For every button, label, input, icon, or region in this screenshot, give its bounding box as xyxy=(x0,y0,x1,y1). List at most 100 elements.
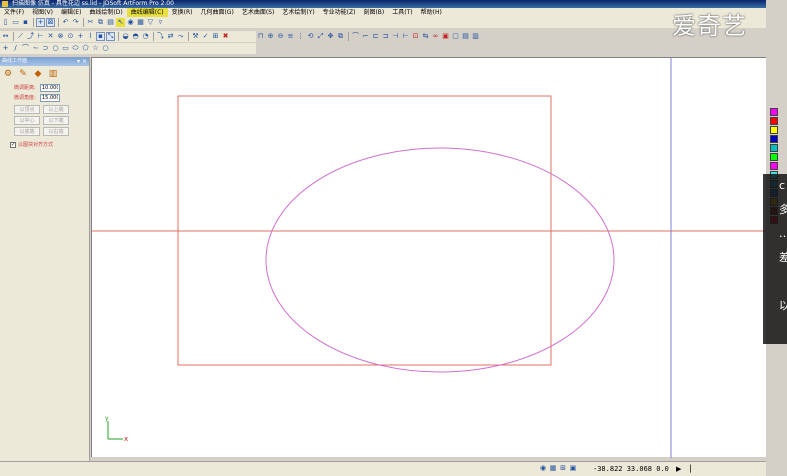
color-swatch[interactable] xyxy=(770,135,778,143)
canvas-svg[interactable]: x y xyxy=(92,58,782,458)
copy-icon[interactable]: ⧉ xyxy=(96,18,105,27)
color-swatch[interactable] xyxy=(770,126,778,134)
menu-item[interactable]: 曲线编辑(C) xyxy=(126,8,168,17)
ortho-icon[interactable]: ⊓ xyxy=(256,32,265,41)
snap-icon[interactable]: ⊠ xyxy=(46,18,55,27)
color-swatch[interactable] xyxy=(770,108,778,116)
filter-icon[interactable]: ▽ xyxy=(146,18,155,27)
fine-distance-input[interactable] xyxy=(40,83,60,92)
connect-icon[interactable]: ⊐ xyxy=(381,32,390,41)
tool-icon[interactable]: ⚒ xyxy=(191,32,200,41)
arrow-icon[interactable]: ⤵ xyxy=(156,32,165,41)
color-swatch[interactable] xyxy=(770,153,778,161)
play-icon[interactable]: ▶ xyxy=(676,464,681,474)
line-icon[interactable]: ⟋ xyxy=(16,32,25,41)
fine-angle-input[interactable] xyxy=(40,93,60,102)
mirror-icon[interactable]: ⇄ xyxy=(166,32,175,41)
tab-edit-icon[interactable]: ✎ xyxy=(17,68,29,80)
curve-icon[interactable]: ⊃ xyxy=(41,44,50,53)
node-icon[interactable]: ▪ xyxy=(96,32,105,41)
ungroup-icon[interactable]: ⊖ xyxy=(276,32,285,41)
trim-icon[interactable]: ⊢ xyxy=(36,32,45,41)
polygon-icon[interactable]: ⬠ xyxy=(81,44,90,53)
menu-item[interactable]: 编辑(E) xyxy=(57,8,85,17)
star-icon[interactable]: ☆ xyxy=(91,44,100,53)
shape3-icon[interactable]: ◔ xyxy=(141,32,150,41)
menu-item[interactable]: 变换(R) xyxy=(168,8,197,17)
drawing-canvas[interactable]: x y xyxy=(91,57,782,458)
color-swatch[interactable] xyxy=(770,117,778,125)
cut-icon[interactable]: ✂ xyxy=(86,18,95,27)
render-icon[interactable]: ◉ xyxy=(126,18,135,27)
smooth-icon[interactable]: ∞ xyxy=(431,32,440,41)
move-icon[interactable]: ✥ xyxy=(326,32,335,41)
ortho-status-icon[interactable]: ⊞ xyxy=(559,464,567,472)
distribute-icon[interactable]: ⋮ xyxy=(296,32,305,41)
plus-icon[interactable]: + xyxy=(76,32,85,41)
menu-item[interactable]: 文件(F) xyxy=(0,8,28,17)
save-icon[interactable]: ▪ xyxy=(21,18,30,27)
align-center-button[interactable]: 以中心 xyxy=(14,116,40,125)
view-icon[interactable]: ▦ xyxy=(136,18,145,27)
target-icon[interactable]: ⊗ xyxy=(56,32,65,41)
break-icon[interactable]: ⊣ xyxy=(391,32,400,41)
circle2-icon[interactable]: ○ xyxy=(101,44,110,53)
join-icon[interactable]: ⊢ xyxy=(401,32,410,41)
box3-icon[interactable]: ▤ xyxy=(461,32,470,41)
grid-icon[interactable]: + xyxy=(36,18,45,27)
point-icon[interactable]: + xyxy=(1,44,10,53)
color-swatch[interactable] xyxy=(770,162,778,170)
ellipse-curve[interactable] xyxy=(265,147,615,373)
menu-item[interactable]: 刻图(B) xyxy=(359,8,388,17)
menu-item[interactable]: 艺术绘制(Y) xyxy=(278,8,318,17)
new-file-icon[interactable]: ▯ xyxy=(1,18,10,27)
shape-icon[interactable]: ◒ xyxy=(121,32,130,41)
rect-icon[interactable]: ▭ xyxy=(61,44,70,53)
tool3-icon[interactable]: ⊞ xyxy=(211,32,220,41)
chamfer-icon[interactable]: ⌐ xyxy=(361,32,370,41)
edit-node-icon[interactable]: ⤡ xyxy=(106,32,115,41)
grid-status-icon[interactable]: ▦ xyxy=(549,464,557,472)
menu-item[interactable]: 专业功能(Z) xyxy=(319,8,360,17)
delete-icon[interactable]: ✖ xyxy=(221,32,230,41)
menu-item[interactable]: 工具(T) xyxy=(388,8,416,17)
polyline-icon[interactable]: ⤴ xyxy=(26,32,35,41)
fillet-icon[interactable]: ⌒ xyxy=(351,32,360,41)
tab-paint-icon[interactable]: ◆ xyxy=(32,68,44,80)
redo-icon[interactable]: ↷ xyxy=(71,18,80,27)
reverse-icon[interactable]: ⇆ xyxy=(421,32,430,41)
shape2-icon[interactable]: ◓ xyxy=(131,32,140,41)
panel-close-icon[interactable]: ▾ × xyxy=(77,57,87,66)
tool2-icon[interactable]: ✓ xyxy=(201,32,210,41)
filter2-icon[interactable]: ▿ xyxy=(156,18,165,27)
snap-status-icon[interactable]: ◉ xyxy=(539,464,547,472)
menu-item[interactable]: 曲线绘制(D) xyxy=(85,8,126,17)
select-icon[interactable]: ↖ xyxy=(116,18,125,27)
align-lower-button[interactable]: 以下端 xyxy=(43,116,69,125)
menu-item[interactable]: 几何曲面(G) xyxy=(196,8,237,17)
box-icon[interactable]: ▣ xyxy=(441,32,450,41)
brush-icon[interactable]: ⌇ xyxy=(86,32,95,41)
paste-icon[interactable]: ▤ xyxy=(106,18,115,27)
align-bottom-button[interactable]: 以底端 xyxy=(14,127,40,136)
block-align-checkbox-row[interactable]: ✓ 以图块对齐方式 xyxy=(10,141,89,148)
pan-icon[interactable]: ↔ xyxy=(1,32,10,41)
rotate-icon[interactable]: ⟲ xyxy=(306,32,315,41)
circle-select-icon[interactable]: ⊙ xyxy=(66,32,75,41)
circle-icon[interactable]: ○ xyxy=(51,44,60,53)
align-top-button[interactable]: 以顶点 xyxy=(14,105,40,114)
align-icon[interactable]: ≡ xyxy=(286,32,295,41)
layer-status-icon[interactable]: ▣ xyxy=(569,464,577,472)
tab-layers-icon[interactable]: ▥ xyxy=(47,68,59,80)
group-icon[interactable]: ⊕ xyxy=(266,32,275,41)
align-right-button[interactable]: 以右端 xyxy=(43,127,69,136)
bend-icon[interactable]: ⤳ xyxy=(176,32,185,41)
copy-transform-icon[interactable]: ⧉ xyxy=(336,32,345,41)
block-align-checkbox[interactable]: ✓ xyxy=(10,141,16,148)
spline-icon[interactable]: ∼ xyxy=(31,44,40,53)
box4-icon[interactable]: ▥ xyxy=(471,32,480,41)
tab-gear-icon[interactable]: ⚙ xyxy=(2,68,14,80)
menu-item[interactable]: 视图(V) xyxy=(28,8,57,17)
scale-icon[interactable]: ⤢ xyxy=(316,32,325,41)
color-swatch[interactable] xyxy=(770,144,778,152)
